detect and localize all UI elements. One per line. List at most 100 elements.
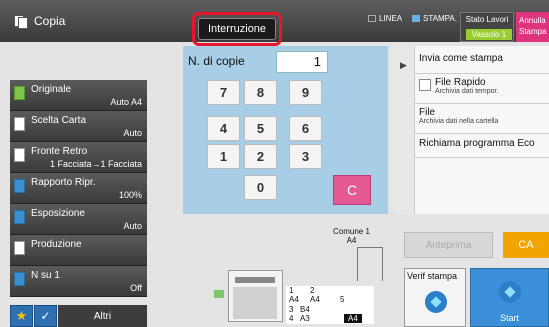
tray-4-size: A3 [300,314,310,323]
original-icon [14,86,25,100]
tray-2-size: A4 [310,295,320,304]
scanner-lid [235,277,275,283]
setting-duplex[interactable]: Fronte Retro 1 Facciata→1 Facciata [10,142,147,173]
send-as-print-item[interactable]: Invia come stampa [415,46,549,74]
action-panel-toggle[interactable]: ▶ [393,46,415,214]
app-title: Copia [14,14,66,29]
bypass-tray-line [357,247,383,281]
file-label: File [419,107,436,118]
tray-4-number: 4 [289,314,294,323]
quick-file-label: File Rapido [435,77,486,88]
linea-indicator: LINEA [368,14,402,23]
bypass-tray-info: Comune 1 A4 [333,227,370,245]
start-label: Start [499,313,519,323]
quick-file-checkbox[interactable] [419,79,431,91]
cancel-print-line1: Annulla [519,16,546,25]
setting-paper[interactable]: Scelta Carta Auto [10,111,147,142]
cancel-print-line2: Stampa [519,27,547,36]
job-status-label: Stato Lavori [465,15,509,24]
key-3[interactable]: 3 [289,144,322,169]
check-icon: ✓ [40,309,51,323]
stampa-label: STAMPA. [423,14,457,23]
linea-status-icon [368,15,376,22]
copy-icon [14,15,28,29]
ratio-icon [14,179,25,193]
start-button[interactable]: Start [470,268,549,327]
app-title-label: Copia [34,14,66,28]
setting-exposure-label: Esposizione [31,208,85,219]
setting-n-up-value: Off [130,283,142,293]
eco-program-label: Richiama programma Eco [419,138,535,149]
duplex-icon [14,148,25,162]
key-4[interactable]: 4 [207,116,240,141]
proof-print-label: Verif stampa [407,271,458,281]
key-8[interactable]: 8 [244,80,277,105]
job-status-button[interactable]: Stato Lavori Vassoio 1 [460,12,514,42]
start-icon [499,281,521,303]
key-6[interactable]: 6 [289,116,322,141]
preview-button[interactable]: Anteprima [404,232,493,258]
tray-status: 1 A4 2 A4 3 B4 4 A3 5 A4 [286,286,374,324]
setting-exposure-value: Auto [123,221,142,231]
key-2[interactable]: 2 [244,144,277,169]
eco-program-item[interactable]: Richiama programma Eco [415,134,549,158]
key-0[interactable]: 0 [244,175,277,200]
keypad-panel: N. di copie 1 7 8 9 4 5 6 1 2 3 0 C [183,46,388,214]
output-icon [14,241,25,255]
setting-ratio[interactable]: Rapporto Ripr. 100% [10,173,147,204]
setting-original[interactable]: Originale Auto A4 [10,80,147,111]
tray-badge: Vassoio 1 [466,29,512,40]
setting-duplex-label: Fronte Retro [31,146,88,157]
quick-file-sublabel: Archivia dati tempor. [435,88,499,95]
setting-paper-label: Scelta Carta [31,115,87,126]
file-item[interactable]: File Archivia dati nella cartella [415,104,549,134]
key-9[interactable]: 9 [289,80,322,105]
copies-label: N. di copie [188,54,245,68]
check-button[interactable]: ✓ [34,305,57,327]
setting-exposure[interactable]: Esposizione Auto [10,204,147,235]
clear-button[interactable]: C [333,175,371,205]
tray-5-size: A4 [344,314,362,323]
tray-5-number: 5 [340,295,345,304]
interrupt-highlight: Interruzione [192,12,282,46]
setting-original-label: Originale [31,84,72,95]
stampa-indicator: STAMPA. [412,14,457,23]
expand-arrow-icon: ▶ [400,60,407,70]
favorites-button[interactable]: ★ [10,305,33,327]
proof-print-icon [425,291,447,313]
paper-icon [14,117,25,131]
clear-all-button[interactable]: CA [503,232,549,258]
key-1[interactable]: 1 [207,144,240,169]
n-up-icon [14,272,25,286]
key-5[interactable]: 5 [244,116,277,141]
machine-illustration [228,270,283,322]
key-7[interactable]: 7 [207,80,240,105]
file-sublabel: Archivia dati nella cartella [419,118,499,125]
setting-n-up-label: N su 1 [31,270,60,281]
cancel-print-button[interactable]: Annulla Stampa [516,12,549,42]
setting-duplex-value: 1 Facciata→1 Facciata [49,159,142,169]
setting-ratio-label: Rapporto Ripr. [31,177,96,188]
setting-output[interactable]: Produzione [10,235,147,266]
setting-ratio-value: 100% [118,190,142,200]
setting-output-label: Produzione [31,239,82,250]
tray-3-number: 3 [289,305,294,314]
setting-paper-value: Auto [123,128,142,138]
linea-label: LINEA [379,14,403,23]
interrupt-button[interactable]: Interruzione [198,18,276,40]
output-tray-icon [214,290,224,298]
setting-original-value: Auto A4 [110,97,142,107]
proof-print-button[interactable]: Verif stampa [404,268,466,327]
quick-file-item[interactable]: File Rapido Archivia dati tempor. [415,74,549,104]
more-button[interactable]: Altri [58,305,147,327]
stampa-status-icon [412,15,420,22]
exposure-icon [14,210,25,224]
tray-3-size: B4 [300,305,310,314]
copies-field[interactable]: 1 [276,51,328,73]
bypass-tray-label: Comune 1 [333,227,370,236]
star-icon: ★ [15,308,28,323]
setting-n-up[interactable]: N su 1 Off [10,266,147,297]
action-panel: ▶ Invia come stampa File Rapido Archivia… [393,46,549,214]
tray-2-number: 2 [310,286,315,295]
bypass-tray-size: A4 [346,236,357,245]
